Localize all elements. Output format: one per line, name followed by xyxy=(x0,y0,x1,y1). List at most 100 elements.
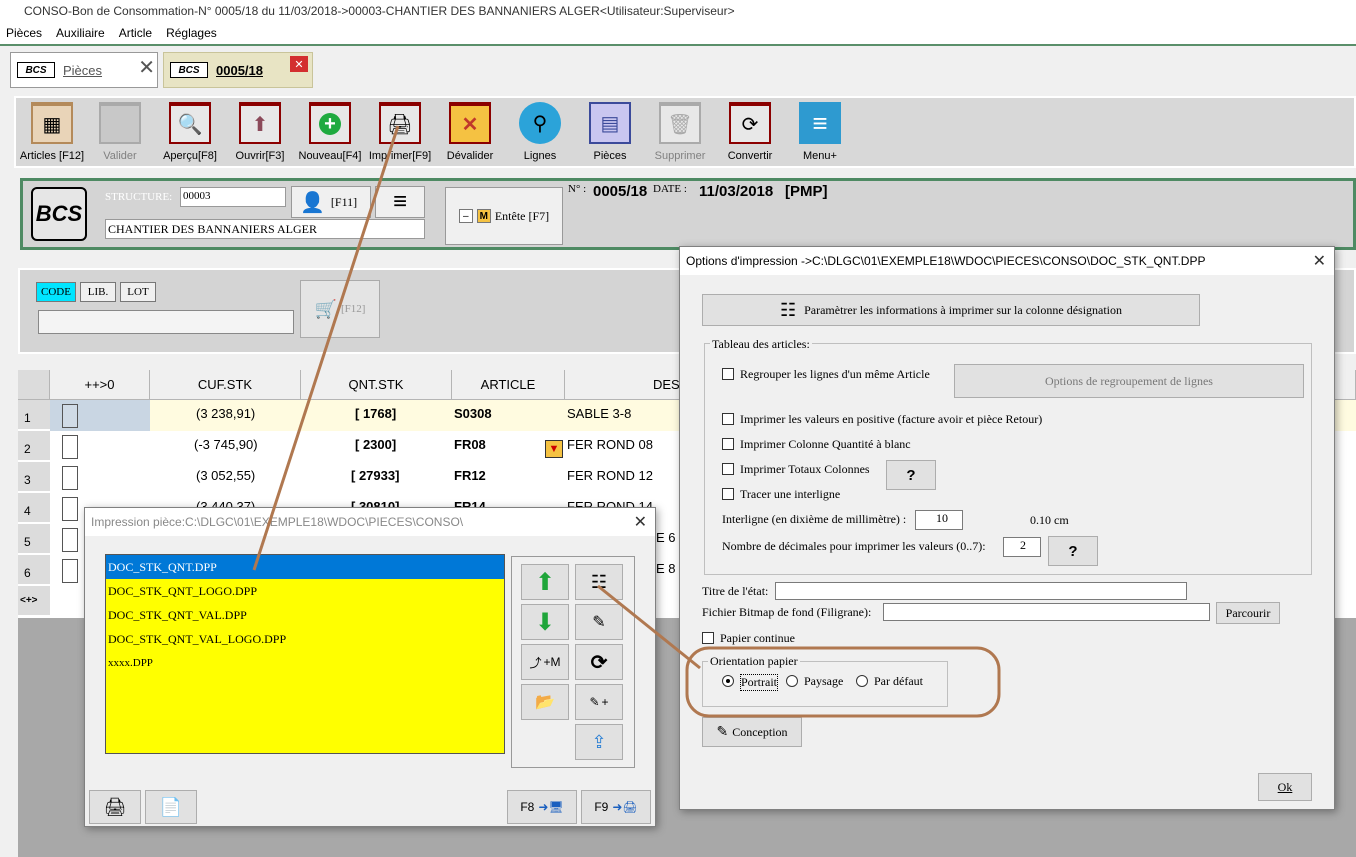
row-checkbox[interactable] xyxy=(62,466,78,490)
list-item[interactable]: DOC_STK_QNT_LOGO.DPP xyxy=(106,579,504,603)
totals-help-button[interactable]: ? xyxy=(886,460,936,490)
cell-cuf: (-3 745,90) xyxy=(194,436,258,452)
edit-button[interactable]: ✎ xyxy=(575,604,623,640)
options-dialog-title: Options d'impression ->C:\DLGC\01\EXEMPL… xyxy=(680,247,1334,275)
move-up-button[interactable]: ⬆ xyxy=(521,564,569,600)
plus-icon: + xyxy=(309,102,351,144)
close-icon[interactable]: ✕ xyxy=(634,512,647,532)
blank-qty-checkbox[interactable] xyxy=(722,438,734,450)
list-item[interactable]: DOC_STK_QNT_VAL.DPP xyxy=(106,603,504,627)
list-item[interactable]: DOC_STK_QNT.DPP xyxy=(106,555,504,579)
hamburger-button[interactable]: ≡ xyxy=(375,186,425,218)
code-toggle[interactable]: CODE xyxy=(36,282,76,302)
row-number: 5 xyxy=(18,524,50,554)
cell-qnt: [ 27933] xyxy=(351,467,400,483)
lot-toggle[interactable]: LOT xyxy=(120,282,156,302)
titre-label: Titre de l'état: xyxy=(702,584,769,598)
import-m-button[interactable]: ⤴ +M xyxy=(521,644,569,680)
devalider-button[interactable]: ✕ Dévalider xyxy=(436,102,504,166)
param-designation-button[interactable]: ☷ Paramètrer les informations à imprimer… xyxy=(702,294,1200,326)
papier-continue-checkbox[interactable] xyxy=(702,632,714,644)
regrouper-checkbox[interactable] xyxy=(722,368,734,380)
col-header-article[interactable]: ARTICLE xyxy=(452,370,565,400)
options-button[interactable]: ☷ xyxy=(575,564,623,600)
row-checkbox[interactable] xyxy=(62,497,78,521)
ok-button[interactable]: Ok xyxy=(1258,773,1312,801)
paysage-radio[interactable] xyxy=(786,675,798,687)
tab-pieces[interactable]: BCS Pièces ✕ xyxy=(10,52,158,88)
doc-number: 0005/18 xyxy=(593,183,648,200)
open-folder-button[interactable]: 📂 xyxy=(521,684,569,720)
convertir-button[interactable]: ⟳ Convertir xyxy=(716,102,784,166)
search-input[interactable] xyxy=(38,310,294,334)
col-header-toggle[interactable]: ++>0 xyxy=(50,370,150,400)
col-header-cuf[interactable]: CUF.STK xyxy=(150,370,301,400)
ouvrir-button[interactable]: ⬆ Ouvrir[F3] xyxy=(226,102,294,166)
decimales-help-button[interactable]: ? xyxy=(1048,536,1098,566)
group-label: Tableau des articles: xyxy=(710,337,812,352)
paysage-label: Paysage xyxy=(804,674,844,688)
valider-button[interactable]: Valider xyxy=(86,102,154,166)
grid-icon: ▦ xyxy=(31,102,73,144)
tab-document[interactable]: BCS 0005/18 ✕ xyxy=(163,52,313,88)
list-item[interactable]: xxxx.DPP xyxy=(106,651,504,675)
printer-icon: 🖨 xyxy=(379,102,421,144)
row-checkbox[interactable] xyxy=(62,528,78,552)
minus-icon: – xyxy=(458,209,473,223)
apercu-button[interactable]: 🔍 Aperçu[F8] xyxy=(156,102,224,166)
structure-code-field[interactable]: 00003 xyxy=(180,187,286,207)
lignes-button[interactable]: ⚲ Lignes xyxy=(506,102,574,166)
refresh-button[interactable]: ⟳ xyxy=(575,644,623,680)
bitmap-input[interactable] xyxy=(883,603,1210,621)
refresh-icon: ⟳ xyxy=(590,651,608,674)
user-f11-button[interactable]: 👤 [F11] xyxy=(291,186,371,218)
list-item[interactable]: DOC_STK_QNT_VAL_LOGO.DPP xyxy=(106,627,504,651)
entete-button[interactable]: – M Entête [F7] xyxy=(445,187,563,245)
green-down-arrow-icon: ⬇ xyxy=(534,608,556,636)
close-icon[interactable]: ✕ xyxy=(290,56,308,72)
imprimer-button[interactable]: 🖨 Imprimer[F9] xyxy=(366,102,434,166)
parcourir-button[interactable]: Parcourir xyxy=(1216,602,1280,624)
row-checkbox[interactable] xyxy=(62,559,78,583)
print-f9-button[interactable]: F9 ➜🖨 xyxy=(581,790,651,824)
portrait-label: Portrait xyxy=(740,674,778,691)
printer-setup-button[interactable]: 🖨 xyxy=(89,790,141,824)
interligne-label: Interligne (en dixième de millimètre) : xyxy=(722,512,907,526)
articles-button[interactable]: ▦ Articles [F12] xyxy=(18,102,86,166)
conception-button[interactable]: ✎ Conception xyxy=(702,717,802,747)
document-button[interactable]: 📄 xyxy=(145,790,197,824)
titre-input[interactable] xyxy=(775,582,1187,600)
menu-auxiliaire[interactable]: Auxiliaire xyxy=(56,26,105,40)
warning-down-icon[interactable]: ▼ xyxy=(545,440,563,458)
move-down-button[interactable]: ⬇ xyxy=(521,604,569,640)
close-icon[interactable]: ✕ xyxy=(138,55,155,80)
grid-footer[interactable]: <+> xyxy=(18,586,50,616)
refresh-icon: ⟳ xyxy=(729,102,771,144)
row-checkbox[interactable] xyxy=(62,404,78,428)
row-checkbox[interactable] xyxy=(62,435,78,459)
totals-checkbox[interactable] xyxy=(722,463,734,475)
menu-plus-button[interactable]: ≡ Menu+ xyxy=(786,102,854,166)
preview-f8-button[interactable]: F8 ➜🖥 xyxy=(507,790,577,824)
export-button[interactable]: ⇪ xyxy=(575,724,623,760)
menu-pieces[interactable]: Pièces xyxy=(6,26,42,40)
close-icon[interactable]: ✕ xyxy=(1313,251,1326,271)
col-header-qnt[interactable]: QNT.STK xyxy=(301,370,452,400)
nouveau-button[interactable]: + Nouveau[F4] xyxy=(296,102,364,166)
portrait-radio[interactable] xyxy=(722,675,734,687)
supprimer-button[interactable]: 🗑 Supprimer xyxy=(646,102,714,166)
cell-cuf: (3 052,55) xyxy=(196,467,256,483)
new-button[interactable]: ✎ + xyxy=(575,684,623,720)
positive-values-checkbox[interactable] xyxy=(722,413,734,425)
menu-article[interactable]: Article xyxy=(119,26,152,40)
interligne-spinner[interactable]: 10 xyxy=(915,510,963,530)
pieces-button[interactable]: ▤ Pièces xyxy=(576,102,644,166)
decimales-spinner[interactable]: 2 xyxy=(1003,537,1041,557)
par-defaut-radio[interactable] xyxy=(856,675,868,687)
lib-toggle[interactable]: LIB. xyxy=(80,282,116,302)
structure-name-field[interactable]: CHANTIER DES BANNANIERS ALGER xyxy=(105,219,425,239)
options-regroupement-button[interactable]: Options de regroupement de lignes xyxy=(954,364,1304,398)
menu-reglages[interactable]: Réglages xyxy=(166,26,217,40)
interligne-checkbox[interactable] xyxy=(722,488,734,500)
cart-f12-button[interactable]: 🛒 [F12] xyxy=(300,280,380,338)
